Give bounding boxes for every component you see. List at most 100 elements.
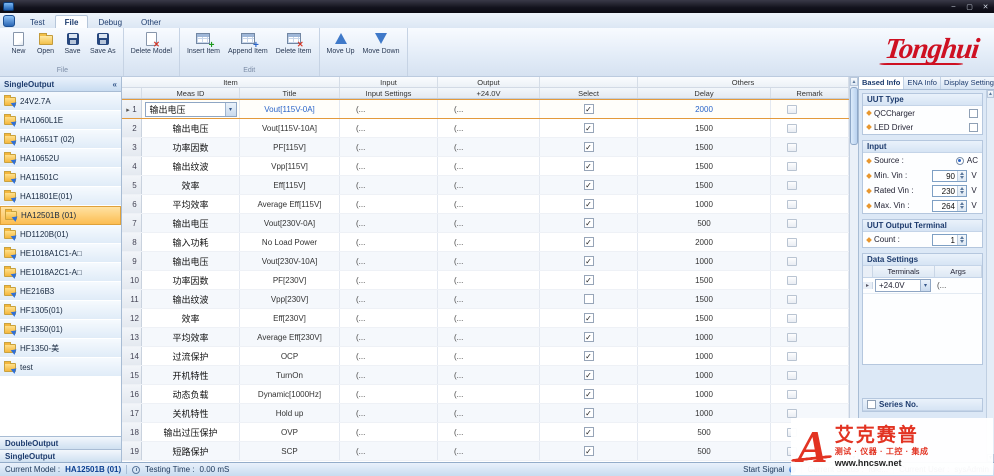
output-settings-cell[interactable]: (... bbox=[438, 385, 540, 403]
remark-cell[interactable] bbox=[771, 385, 849, 403]
row-number-cell[interactable]: 6 bbox=[122, 195, 142, 213]
remark-icon[interactable] bbox=[787, 219, 797, 228]
select-checkbox[interactable] bbox=[584, 294, 594, 304]
delay-cell[interactable]: 2000 bbox=[638, 100, 771, 118]
sidebar-item[interactable]: HF1350(01) bbox=[0, 320, 121, 339]
select-cell[interactable] bbox=[540, 290, 638, 308]
meas-id-cell[interactable]: 动态负载 bbox=[142, 385, 240, 403]
remark-icon[interactable] bbox=[787, 143, 797, 152]
table-row[interactable]: 10 功率因数 PF[230V] (... (... bbox=[122, 271, 849, 290]
sidebar-group-doubleoutput[interactable]: DoubleOutput bbox=[0, 436, 121, 449]
delete-model-button[interactable]: Delete Model bbox=[127, 29, 176, 66]
meas-id-combo[interactable]: 关机特性 bbox=[172, 407, 208, 420]
sidebar-header[interactable]: SingleOutput « bbox=[0, 77, 121, 92]
header-input-settings[interactable]: Input Settings bbox=[340, 88, 438, 98]
row-number-cell[interactable]: 4 bbox=[122, 157, 142, 175]
dropdown-arrow-icon[interactable] bbox=[225, 103, 236, 116]
delay-cell[interactable]: 500 bbox=[638, 214, 771, 232]
scroll-up-arrow-icon[interactable]: ▲ bbox=[987, 90, 994, 98]
row-number-cell[interactable]: 5 bbox=[122, 176, 142, 194]
meas-id-cell[interactable]: 输出电压 bbox=[142, 252, 240, 270]
select-cell[interactable] bbox=[540, 271, 638, 289]
meas-id-combo[interactable]: 输出电压 bbox=[172, 122, 208, 135]
open-button[interactable]: Open bbox=[32, 29, 59, 66]
ribbon-tab[interactable]: File bbox=[55, 15, 89, 28]
count-input[interactable]: 1 bbox=[932, 234, 967, 246]
table-row[interactable]: 14 过流保护 OCP (... (... bbox=[122, 347, 849, 366]
input-settings-cell[interactable]: (... bbox=[340, 138, 438, 156]
meas-id-combo[interactable]: 平均效率 bbox=[172, 331, 208, 344]
title-cell[interactable]: TurnOn bbox=[240, 366, 340, 384]
remark-icon[interactable] bbox=[787, 200, 797, 209]
meas-id-combo[interactable]: 短路保护 bbox=[172, 445, 208, 458]
output-settings-cell[interactable]: (... bbox=[438, 176, 540, 194]
uut-type-checkbox[interactable] bbox=[969, 123, 978, 132]
meas-id-cell[interactable]: 开机特性 bbox=[142, 366, 240, 384]
title-cell[interactable]: No Load Power bbox=[240, 233, 340, 251]
output-settings-cell[interactable]: (... bbox=[438, 100, 540, 118]
delay-cell[interactable]: 1000 bbox=[638, 366, 771, 384]
meas-id-cell[interactable]: 输出纹波 bbox=[142, 290, 240, 308]
sidebar-item[interactable]: HD1120B(01) bbox=[0, 225, 121, 244]
terminal-row[interactable]: ▸ +24.0V (... bbox=[863, 278, 982, 294]
row-number-cell[interactable]: 9 bbox=[122, 252, 142, 270]
remark-cell[interactable] bbox=[771, 195, 849, 213]
title-cell[interactable]: Vout[115V-0A] bbox=[240, 100, 340, 118]
close-button[interactable]: ✕ bbox=[978, 1, 993, 12]
sidebar-item[interactable]: HF1350-美 bbox=[0, 339, 121, 358]
input-settings-cell[interactable]: (... bbox=[340, 328, 438, 346]
select-checkbox[interactable] bbox=[584, 408, 594, 418]
delay-cell[interactable]: 2000 bbox=[638, 233, 771, 251]
sidebar-item[interactable]: HA11501C bbox=[0, 168, 121, 187]
scrollbar-thumb[interactable] bbox=[850, 87, 858, 145]
sidebar-item[interactable]: HA10651T (02) bbox=[0, 130, 121, 149]
select-cell[interactable] bbox=[540, 214, 638, 232]
meas-id-combo[interactable]: 平均效率 bbox=[172, 198, 208, 211]
select-checkbox[interactable] bbox=[584, 313, 594, 323]
meas-id-cell[interactable]: 短路保护 bbox=[142, 442, 240, 460]
select-checkbox[interactable] bbox=[584, 370, 594, 380]
select-checkbox[interactable] bbox=[584, 123, 594, 133]
title-cell[interactable]: Dynamic[1000Hz] bbox=[240, 385, 340, 403]
input-settings-cell[interactable]: (... bbox=[340, 100, 438, 118]
output-settings-cell[interactable]: (... bbox=[438, 366, 540, 384]
delay-cell[interactable]: 1500 bbox=[638, 157, 771, 175]
header-output-24v[interactable]: +24.0V bbox=[438, 88, 540, 98]
select-cell[interactable] bbox=[540, 138, 638, 156]
output-settings-cell[interactable]: (... bbox=[438, 138, 540, 156]
select-checkbox[interactable] bbox=[584, 180, 594, 190]
row-number-cell[interactable]: 15 bbox=[122, 366, 142, 384]
select-checkbox[interactable] bbox=[584, 104, 594, 114]
sidebar-item[interactable]: HA11801E(01) bbox=[0, 187, 121, 206]
remark-cell[interactable] bbox=[771, 176, 849, 194]
select-cell[interactable] bbox=[540, 309, 638, 327]
panel-scrollbar[interactable]: ▲ ▼ bbox=[986, 90, 994, 462]
table-row[interactable]: 1 输出电压 Vout[115V-0A] (... (... bbox=[122, 99, 849, 119]
remark-cell[interactable] bbox=[771, 271, 849, 289]
table-row[interactable]: 15 开机特性 TurnOn (... (... bbox=[122, 366, 849, 385]
delay-cell[interactable]: 1000 bbox=[638, 404, 771, 422]
title-cell[interactable]: PF[230V] bbox=[240, 271, 340, 289]
sidebar-item[interactable]: HE216B3 bbox=[0, 282, 121, 301]
select-cell[interactable] bbox=[540, 423, 638, 441]
input-settings-cell[interactable]: (... bbox=[340, 214, 438, 232]
select-cell[interactable] bbox=[540, 328, 638, 346]
meas-id-cell[interactable]: 功率因数 bbox=[142, 271, 240, 289]
table-row[interactable]: 11 输出纹波 Vpp[230V] (... (... bbox=[122, 290, 849, 309]
meas-id-combo[interactable]: 开机特性 bbox=[172, 369, 208, 382]
row-number-cell[interactable]: 18 bbox=[122, 423, 142, 441]
input-settings-cell[interactable]: (... bbox=[340, 119, 438, 137]
delay-cell[interactable]: 1000 bbox=[638, 328, 771, 346]
scroll-up-arrow-icon[interactable]: ▲ bbox=[850, 77, 858, 86]
table-row[interactable]: 7 输出电压 Vout[230V-0A] (... (... bbox=[122, 214, 849, 233]
output-settings-cell[interactable]: (... bbox=[438, 404, 540, 422]
select-checkbox[interactable] bbox=[584, 199, 594, 209]
remark-icon[interactable] bbox=[787, 352, 797, 361]
output-settings-cell[interactable]: (... bbox=[438, 119, 540, 137]
remark-cell[interactable] bbox=[771, 252, 849, 270]
sidebar-group-singleoutput[interactable]: SingleOutput bbox=[0, 449, 121, 462]
output-settings-cell[interactable]: (... bbox=[438, 233, 540, 251]
meas-id-cell[interactable]: 效率 bbox=[142, 309, 240, 327]
remark-icon[interactable] bbox=[787, 124, 797, 133]
remark-icon[interactable] bbox=[787, 162, 797, 171]
